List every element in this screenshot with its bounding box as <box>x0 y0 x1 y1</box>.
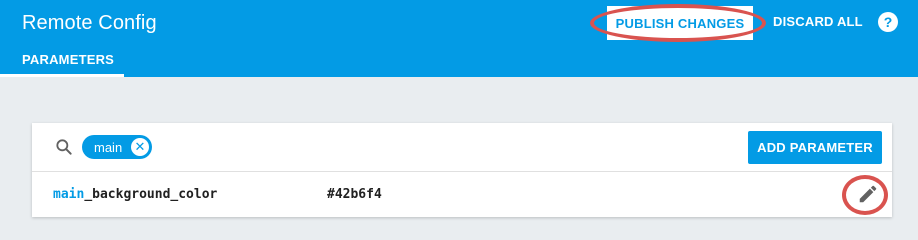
divider <box>32 171 892 172</box>
close-icon[interactable]: ✕ <box>131 138 149 156</box>
help-icon[interactable]: ? <box>878 12 898 32</box>
filter-chip[interactable]: main ✕ <box>82 135 152 159</box>
search-icon[interactable] <box>54 137 74 157</box>
app-title: Remote Config <box>22 12 157 34</box>
parameter-value: #42b6f4 <box>327 187 382 202</box>
parameter-key-match: main <box>53 187 85 202</box>
top-app-bar: Remote Config PUBLISH CHANGES DISCARD AL… <box>0 0 918 77</box>
parameters-card: main ✕ ADD PARAMETER main_background_col… <box>32 123 892 217</box>
filter-chip-label: main <box>94 139 123 155</box>
pencil-icon[interactable] <box>857 183 879 205</box>
publish-changes-button[interactable]: PUBLISH CHANGES <box>607 6 753 40</box>
parameter-key-rest: _background_color <box>84 187 218 202</box>
tab-parameters[interactable]: PARAMETERS <box>22 52 114 67</box>
parameter-key: main_background_color <box>53 187 217 202</box>
add-parameter-button[interactable]: ADD PARAMETER <box>748 131 882 164</box>
discard-all-button[interactable]: DISCARD ALL <box>773 14 863 29</box>
active-tab-indicator <box>0 74 124 77</box>
